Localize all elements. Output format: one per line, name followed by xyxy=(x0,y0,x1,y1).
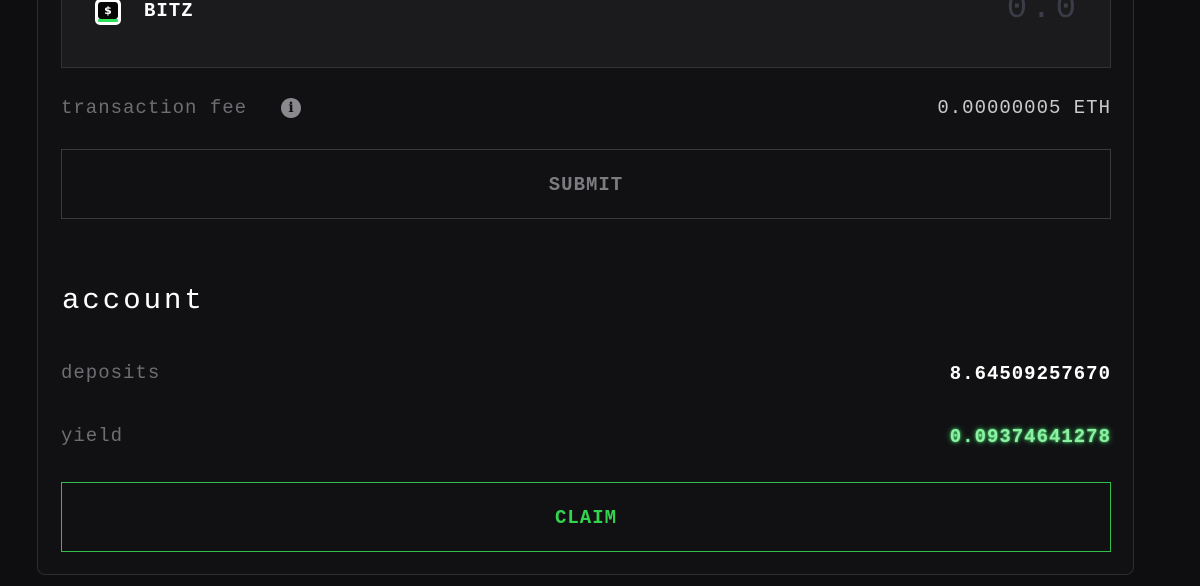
account-section-title: account xyxy=(62,284,205,317)
submit-button[interactable]: SUBMIT xyxy=(61,149,1111,219)
yield-label: yield xyxy=(61,425,124,447)
yield-value: 0.09374641278 xyxy=(949,426,1111,448)
token-icon-bar xyxy=(98,19,118,22)
token-input-box[interactable]: $ BITZ 0.0 xyxy=(61,0,1111,68)
token-icon-glyph: $ xyxy=(98,2,118,19)
deposits-label: deposits xyxy=(61,362,161,384)
dollar-token-icon: $ xyxy=(95,0,121,25)
info-icon[interactable]: i xyxy=(281,98,301,118)
deposits-value: 8.64509257670 xyxy=(949,363,1111,385)
claim-button[interactable]: CLAIM xyxy=(61,482,1111,552)
token-amount-input[interactable]: 0.0 xyxy=(1007,0,1080,29)
transaction-fee-label: transaction fee xyxy=(61,97,248,119)
token-name: BITZ xyxy=(144,0,194,22)
transaction-fee-value: 0.00000005 ETH xyxy=(937,97,1111,119)
